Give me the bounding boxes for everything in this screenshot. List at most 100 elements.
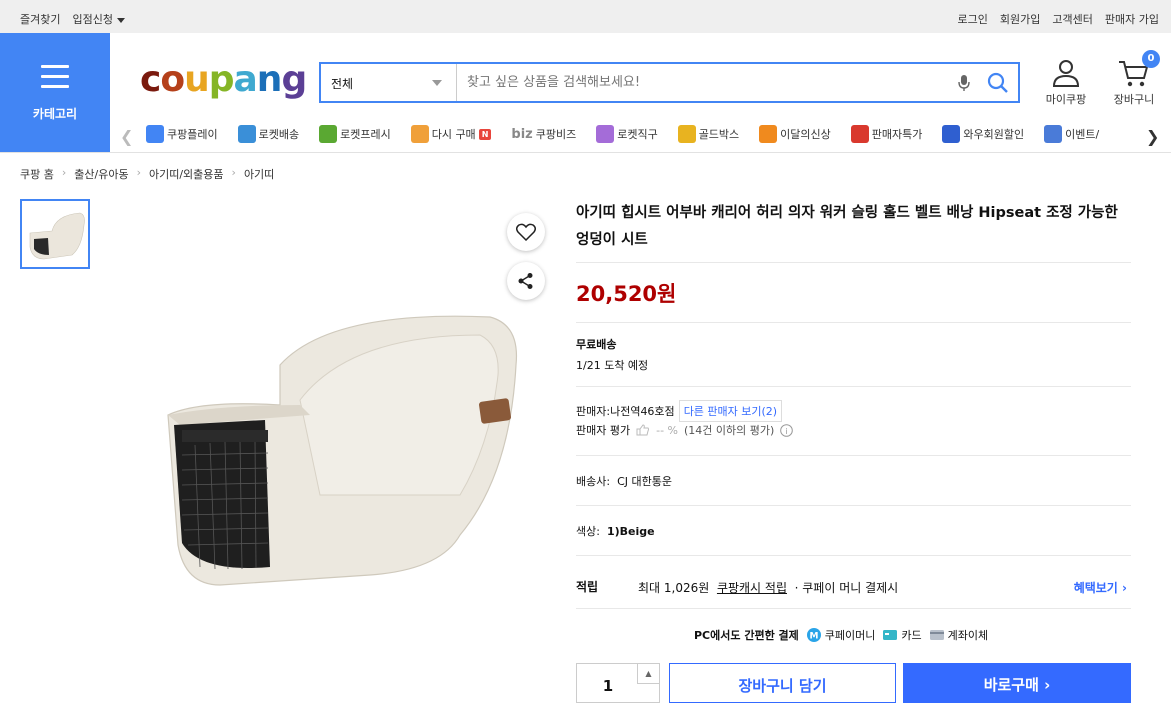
bookmark-link[interactable]: 즐겨찾기 xyxy=(20,11,60,27)
color-option[interactable]: 색상: 1)Beige xyxy=(576,523,655,539)
nav-item-icon xyxy=(1044,125,1063,143)
top-bar: 즐겨찾기 입점신청 로그인 회원가입 고객센터 판매자 가입 xyxy=(0,0,1171,33)
wishlist-button[interactable] xyxy=(507,213,545,251)
color-value: 1)Beige xyxy=(606,525,655,538)
svg-text:i: i xyxy=(786,427,788,436)
product-main-image[interactable] xyxy=(160,305,530,595)
share-button[interactable] xyxy=(507,262,545,300)
breadcrumb-separator-icon: › xyxy=(136,166,141,179)
nav-item[interactable]: 이벤트/ xyxy=(1044,125,1099,143)
breadcrumb-link[interactable]: 아기띠 xyxy=(244,166,274,182)
logo-letter: p xyxy=(208,59,235,100)
benefits-link[interactable]: 혜택보기 › xyxy=(1074,579,1127,596)
reward-label: 적립 xyxy=(576,580,599,594)
benefits-label: 혜택보기 xyxy=(1073,581,1118,595)
buy-now-button[interactable]: 바로구매 › xyxy=(903,663,1131,703)
nav-item[interactable]: biz 쿠팡비즈 xyxy=(511,125,576,143)
search-category-select[interactable]: 전체 xyxy=(321,64,457,101)
quantity-increase-icon[interactable]: ▲ xyxy=(637,664,659,684)
nav-item-icon xyxy=(237,125,256,143)
nav-item-icon xyxy=(410,125,429,143)
cart-button[interactable]: 0 장바구니 xyxy=(1112,50,1160,107)
quantity-stepper[interactable]: 1 ▲ xyxy=(576,663,660,703)
coupay-money-icon: M xyxy=(806,628,821,642)
nav-item[interactable]: 골드박스 xyxy=(677,125,740,143)
breadcrumb-link[interactable]: 출산/유아동 xyxy=(74,166,128,182)
breadcrumb-link[interactable]: 쿠팡 홈 xyxy=(20,166,54,182)
heart-icon xyxy=(516,223,536,241)
signup-link[interactable]: 회원가입 xyxy=(1000,11,1040,27)
nav-item-label: 이달의신상 xyxy=(780,128,831,141)
new-badge: N xyxy=(478,128,492,140)
divider xyxy=(576,555,1131,556)
microphone-icon[interactable] xyxy=(950,64,978,101)
search-input[interactable] xyxy=(457,64,950,101)
quantity-value[interactable]: 1 xyxy=(577,664,639,704)
seller-label: 판매자: xyxy=(576,405,611,418)
cart-count-badge: 0 xyxy=(1142,50,1160,68)
nav-item-icon xyxy=(146,125,164,143)
other-sellers-button[interactable]: 다른 판매자 보기(2) xyxy=(678,400,783,422)
nav-item-label: 골드박스 xyxy=(698,128,740,141)
nav-item[interactable]: 이달의신상 xyxy=(759,125,831,143)
seller-rating-value: -- % xyxy=(656,423,678,437)
seller-rating-label: 판매자 평가 xyxy=(576,424,631,437)
bank-transfer-label: 계좌이체 xyxy=(947,629,989,642)
nav-item-icon xyxy=(596,125,615,143)
cart-label: 장바구니 xyxy=(1113,93,1155,106)
nav-item-label: 판매자특가 xyxy=(871,128,923,141)
nav-item-label: 다시 구매 xyxy=(431,128,476,141)
divider xyxy=(576,455,1131,456)
nav-item[interactable]: 로켓직구 xyxy=(596,125,658,143)
caret-down-icon xyxy=(116,17,125,23)
nav-item[interactable]: 로켓프레시 xyxy=(319,125,391,143)
breadcrumb-separator-icon: › xyxy=(61,166,67,179)
nav-item-icon xyxy=(319,125,338,143)
category-button[interactable]: 카테고리 xyxy=(0,33,110,153)
add-to-cart-button[interactable]: 장바구니 담기 xyxy=(669,663,896,703)
logo-letter: n xyxy=(256,59,283,100)
logo-letter: c xyxy=(140,59,161,100)
product-title: 아기띠 힙시트 어부바 캐리어 허리 의자 워커 슬링 홀드 벨트 배낭 Hip… xyxy=(576,205,1118,248)
coupay-money-label: 쿠페이머니 xyxy=(824,629,876,642)
support-link[interactable]: 고객센터 xyxy=(1052,11,1092,27)
color-label: 색상: xyxy=(576,525,600,538)
logo-letter: o xyxy=(160,59,185,100)
share-icon xyxy=(518,273,533,289)
partner-label: 입점신청 xyxy=(72,13,113,26)
nav-item[interactable]: 다시 구매 N xyxy=(410,125,492,143)
nav-item-label: 와우회원할인 xyxy=(963,128,1025,141)
seller-rating-note: (14건 이하의 평가) xyxy=(684,424,775,437)
reward-text: 최대 1,026원 쿠팡캐시 적립 · 쿠페이 머니 결제시 xyxy=(638,579,898,596)
nav-item[interactable]: 와우회원할인 xyxy=(942,125,1024,143)
nav-prev-icon[interactable]: ❮ xyxy=(120,127,133,146)
coupang-cash-link[interactable]: 쿠팡캐시 적립 xyxy=(717,581,787,595)
nav-item-icon xyxy=(677,125,696,143)
logo-letter: a xyxy=(233,59,258,100)
breadcrumb-link[interactable]: 아기띠/외출용품 xyxy=(149,166,224,182)
pc-pay-info: PC에서도 간편한 결제 M 쿠페이머니 카드 계좌이체 xyxy=(694,627,988,643)
biz-logo: biz xyxy=(511,126,533,142)
mycoupang-label: 마이쿠팡 xyxy=(1045,93,1087,106)
login-link[interactable]: 로그인 xyxy=(958,11,988,27)
partner-menu[interactable]: 입점신청 xyxy=(72,11,125,27)
product-thumbnail[interactable] xyxy=(20,199,90,269)
nav-next-icon[interactable]: ❯ xyxy=(1146,127,1159,146)
coupang-logo[interactable]: coupang xyxy=(140,58,307,102)
divider xyxy=(576,505,1131,506)
nav-item[interactable]: 판매자특가 xyxy=(850,125,923,143)
search-icon[interactable] xyxy=(978,64,1018,101)
buy-now-label: 바로구매 xyxy=(983,676,1039,694)
chevron-right-icon: › xyxy=(1122,581,1127,595)
divider xyxy=(576,322,1131,323)
seller-signup-link[interactable]: 판매자 가입 xyxy=(1105,11,1159,27)
nav-item[interactable]: 로켓배송 xyxy=(237,125,299,143)
svg-text:M: M xyxy=(809,632,818,642)
divider xyxy=(576,262,1131,263)
user-icon xyxy=(1052,60,1080,87)
nav-item-label: 로켓프레시 xyxy=(340,128,391,141)
mycoupang-button[interactable]: 마이쿠팡 xyxy=(1044,58,1088,107)
reward-amount: 최대 1,026원 xyxy=(638,581,710,595)
nav-item[interactable]: 쿠팡플레이 xyxy=(146,125,218,143)
info-icon[interactable]: i xyxy=(780,423,794,437)
